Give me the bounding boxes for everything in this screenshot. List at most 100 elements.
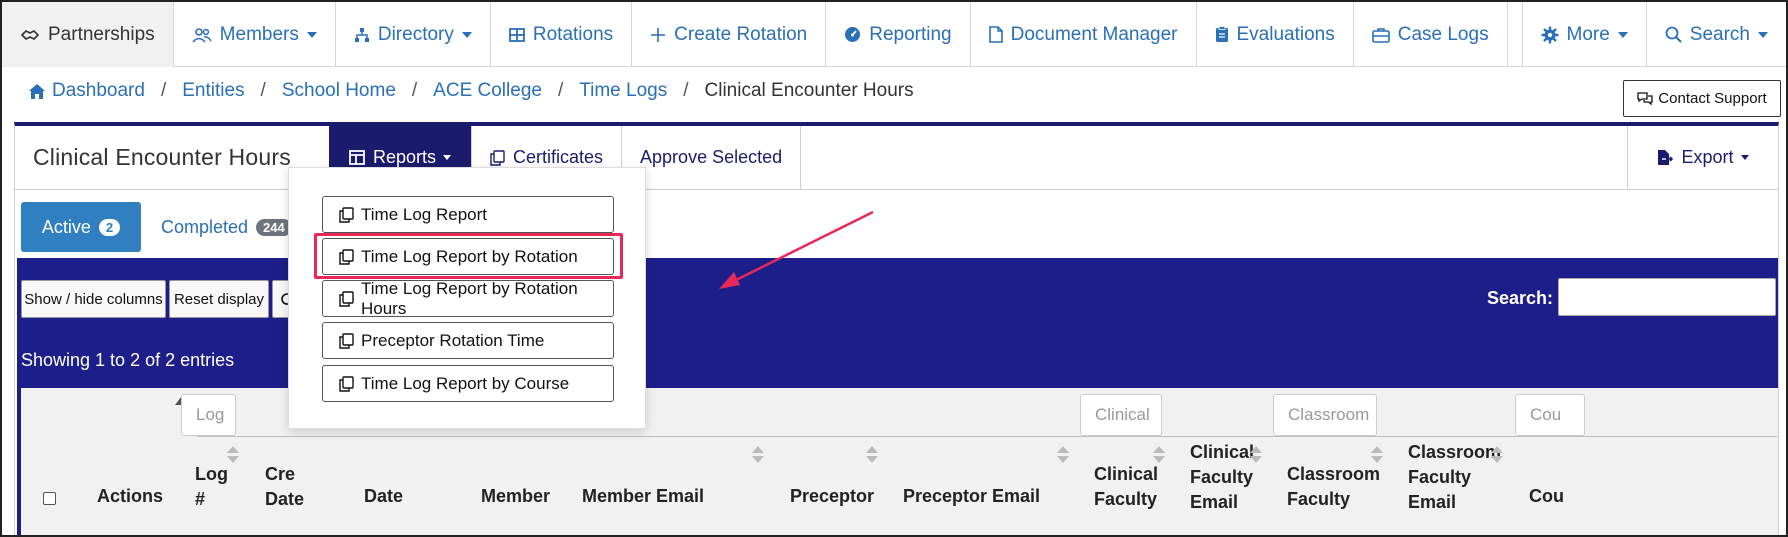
breadcrumb-separator: / [683,80,689,101]
breadcrumb-ace-college[interactable]: ACE College [433,80,542,102]
sort-icon[interactable] [227,446,239,464]
time-logs-card: Clinical Encounter Hours Reports Certifi… [14,122,1779,535]
col-member[interactable]: Member [481,484,550,509]
col-classroom-faculty[interactable]: Classroom Faculty [1287,462,1380,512]
export-dropdown-button[interactable]: Export [1628,126,1778,189]
search-label: Search: [1487,288,1554,308]
nav-members[interactable]: Members [174,2,336,67]
chevron-down-icon [1617,31,1628,38]
col-member-email[interactable]: Member Email [582,484,704,509]
menu-item-time-log-report-by-rotation-hours[interactable]: Time Log Report by Rotation Hours [322,279,614,318]
col-course[interactable]: Cou [1529,484,1564,509]
approve-selected-button[interactable]: Approve Selected [622,126,802,189]
col-clinical-faculty-email[interactable]: Clinical Faculty Email [1190,440,1254,515]
reports-dropdown-menu: Time Log Report Time Log Report by Rotat… [288,167,646,429]
copy-icon [339,206,354,223]
completed-count-badge: 244 [256,218,292,236]
entries-info: Showing 1 to 2 of 2 entries [21,350,235,370]
table-panel: Show / hide columns Reset display Search… [17,258,1778,535]
document-icon [988,26,1003,43]
data-table: Log Clinical Classroom Cou Actions Log #… [21,388,1778,535]
breadcrumb-dashboard[interactable]: Dashboard [28,80,145,102]
menu-item-time-log-report-by-course[interactable]: Time Log Report by Course [322,365,614,402]
nav-case-logs[interactable]: Case Logs [1354,2,1508,67]
breadcrumb-entities[interactable]: Entities [182,80,244,102]
nav-more[interactable]: More [1523,2,1647,67]
sort-icon[interactable] [1250,446,1262,464]
filter-classroom-input[interactable]: Classroom [1273,394,1377,436]
reset-display-button[interactable]: Reset display [169,280,269,318]
nav-reporting[interactable]: Reporting [826,2,971,67]
card-header: Clinical Encounter Hours Reports Certifi… [15,126,1778,190]
nav-partnerships[interactable]: Partnerships [2,2,174,67]
show-hide-columns-button[interactable]: Show / hide columns [21,280,166,318]
menu-item-time-log-report[interactable]: Time Log Report [322,196,614,233]
chevron-down-icon [306,31,317,38]
chat-icon [1637,91,1653,106]
filter-clinical-input[interactable]: Clinical [1080,394,1162,436]
page-title: Clinical Encounter Hours [33,144,291,170]
sitemap-icon [354,27,370,43]
sort-icon[interactable] [752,446,764,464]
table-search-input[interactable] [1558,278,1776,316]
columns-icon [349,150,365,165]
col-preceptor[interactable]: Preceptor [790,484,874,509]
breadcrumb-current: Clinical Encounter Hours [704,80,914,101]
copy-icon [490,149,505,166]
gear-icon [1541,26,1559,44]
users-icon [192,27,212,43]
breadcrumb-time-logs[interactable]: Time Logs [579,80,667,102]
contact-support-button[interactable]: Contact Support [1623,80,1781,117]
nav-rotations[interactable]: Rotations [491,2,633,67]
highlight-box [314,233,623,279]
gauge-icon [844,26,861,43]
col-classroom-faculty-email[interactable]: Classroom Faculty Email [1408,440,1501,515]
sort-icon[interactable] [1371,446,1383,464]
briefcase-icon [1371,27,1390,43]
search-icon [1665,26,1682,43]
col-preceptor-email[interactable]: Preceptor Email [903,484,1040,509]
chevron-down-icon [461,31,472,38]
filter-log-input[interactable]: Log [181,394,236,436]
nav-directory[interactable]: Directory [336,2,491,67]
clipboard-icon [1215,26,1229,43]
home-icon [28,83,46,100]
breadcrumb-school-home[interactable]: School Home [282,80,396,102]
breadcrumb-separator: / [557,80,564,101]
nav-search[interactable]: Search [1647,2,1786,67]
nav-document-manager[interactable]: Document Manager [971,2,1197,67]
nav-create-rotation[interactable]: Create Rotation [632,2,827,67]
chevron-down-icon [1740,155,1749,160]
col-actions[interactable]: Actions [97,484,163,509]
nav-evaluations[interactable]: Evaluations [1197,2,1354,67]
handshake-icon [20,27,40,43]
chevron-down-icon [443,155,452,160]
chevron-down-icon [1758,31,1768,38]
breadcrumb-separator: / [411,80,418,101]
col-created-date[interactable]: Cre Date [265,462,304,512]
top-navbar: Partnerships Members Directory Rotations [2,2,1786,67]
nav-spacer [1508,2,1523,67]
copy-icon [339,332,354,349]
copy-icon [339,375,354,392]
col-clinical-faculty[interactable]: Clinical Faculty [1094,462,1158,512]
copy-icon [339,290,354,307]
filter-divider [197,436,1777,437]
breadcrumb-separator: / [160,80,167,101]
sort-icon[interactable] [1153,446,1165,464]
select-all-checkbox[interactable] [43,492,56,505]
tab-completed[interactable]: Completed 244 [161,202,292,252]
active-count-badge: 2 [98,218,121,236]
filter-course-input[interactable]: Cou [1515,394,1585,436]
plus-icon [650,27,666,43]
sort-icon[interactable] [866,446,878,464]
tab-active[interactable]: Active 2 [21,202,141,252]
sort-icon[interactable] [1491,446,1503,464]
breadcrumb-separator: / [260,80,266,101]
col-log-number[interactable]: Log # [195,462,228,512]
sort-icon[interactable] [1057,446,1069,464]
menu-item-preceptor-rotation-time[interactable]: Preceptor Rotation Time [322,322,614,359]
breadcrumb: Dashboard / Entities / School Home / ACE… [28,80,914,102]
header-spacer [801,126,1628,189]
col-date[interactable]: Date [364,484,403,509]
